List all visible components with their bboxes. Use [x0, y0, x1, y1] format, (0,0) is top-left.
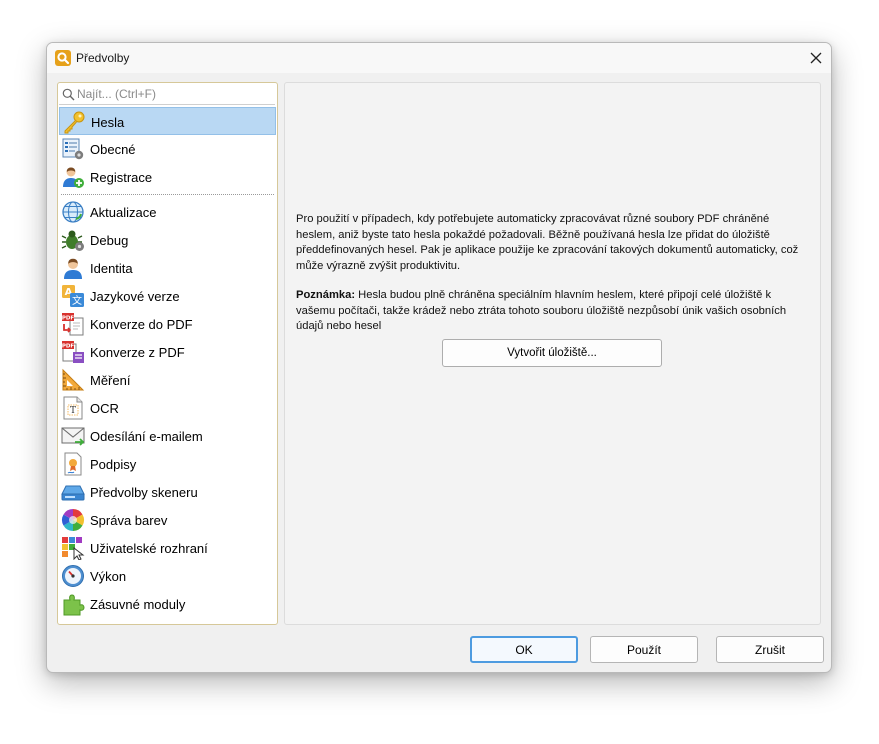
language-icon: A 文	[62, 285, 84, 307]
person-icon	[64, 258, 82, 279]
preferences-dialog: Předvolby Hesla	[46, 42, 832, 673]
ruler-icon	[62, 368, 85, 391]
user-add-icon	[63, 167, 84, 188]
create-storage-button[interactable]: Vytvořit úložiště...	[442, 339, 662, 367]
svg-text:文: 文	[72, 294, 82, 307]
user-interface-icon	[62, 537, 85, 560]
category-label: Předvolby skeneru	[90, 485, 198, 500]
settings-content-panel: Pro použití v případech, kdy potřebujete…	[284, 82, 821, 625]
category-item-predvolby-skeneru[interactable]: Předvolby skeneru	[59, 478, 276, 506]
category-item-identita[interactable]: Identita	[59, 254, 276, 282]
category-label: Debug	[90, 233, 129, 248]
category-label: Výkon	[90, 569, 127, 584]
category-label: OCR	[90, 401, 119, 416]
app-icon	[55, 50, 71, 66]
category-item-mereni[interactable]: Měření	[59, 366, 276, 394]
category-label: Registrace	[90, 170, 153, 185]
category-label: Správa barev	[90, 513, 168, 528]
key-icon	[64, 111, 85, 134]
ocr-icon: T	[63, 396, 83, 420]
passwords-note: Poznámka: Hesla budou plně chráněna spec…	[296, 288, 806, 335]
svg-text:PDF: PDF	[62, 344, 75, 350]
scanner-icon	[61, 485, 85, 501]
note-label: Poznámka:	[296, 289, 356, 301]
category-panel: Hesla Obecné	[57, 82, 278, 625]
category-item-debug[interactable]: Debug	[59, 226, 276, 254]
category-list: Hesla Obecné Registrace Aktualizace Debu…	[59, 107, 276, 618]
category-item-obecne[interactable]: Obecné	[59, 135, 276, 163]
title-bar: Předvolby	[47, 43, 831, 73]
category-label: Identita	[90, 261, 133, 276]
category-item-hesla[interactable]: Hesla	[59, 107, 276, 135]
category-label: Aktualizace	[90, 205, 157, 220]
color-wheel-icon	[62, 509, 84, 531]
category-label: Hesla	[91, 115, 125, 130]
close-button[interactable]	[801, 43, 831, 73]
performance-gauge-icon	[62, 565, 84, 587]
category-item-odesilani-e-mailem[interactable]: Odesílání e-mailem	[59, 422, 276, 450]
separator	[61, 194, 274, 195]
window-title: Předvolby	[76, 51, 130, 65]
category-item-konverze-z-pdf[interactable]: PDF Konverze z PDF	[59, 338, 276, 366]
category-item-podpisy[interactable]: Podpisy	[59, 450, 276, 478]
category-label: Podpisy	[90, 457, 137, 472]
category-label: Jazykové verze	[90, 289, 180, 304]
note-text: Hesla budou plně chráněna speciálním hla…	[296, 289, 787, 332]
category-label: Měření	[90, 373, 131, 388]
category-label: Konverze z PDF	[90, 345, 185, 360]
search-input[interactable]	[77, 85, 267, 103]
category-item-zasuvne-moduly[interactable]: Zásuvné moduly	[59, 590, 276, 618]
apply-button[interactable]: Použít	[590, 636, 698, 663]
svg-text:PDF: PDF	[62, 316, 75, 322]
category-label: Uživatelské rozhraní	[90, 541, 208, 556]
email-icon	[61, 427, 85, 446]
category-item-aktualizace[interactable]: Aktualizace	[59, 198, 276, 226]
category-label: Zásuvné moduly	[90, 597, 186, 612]
category-label: Obecné	[90, 142, 136, 157]
cancel-button[interactable]: Zrušit	[716, 636, 824, 663]
category-item-ocr[interactable]: T OCR	[59, 394, 276, 422]
convert-from-pdf-icon: PDF	[62, 341, 84, 363]
category-item-sprava-barev[interactable]: Správa barev	[59, 506, 276, 534]
category-label: Odesílání e-mailem	[90, 429, 203, 444]
category-label: Konverze do PDF	[90, 317, 193, 332]
category-item-jazykove-verze[interactable]: A 文 Jazykové verze	[59, 282, 276, 310]
convert-to-pdf-icon: PDF	[62, 313, 84, 336]
signature-icon	[64, 452, 82, 476]
general-settings-icon	[62, 138, 84, 160]
globe-update-icon	[62, 201, 84, 223]
category-item-registrace[interactable]: Registrace	[59, 163, 276, 191]
category-item-uzivatelske-rozhrani[interactable]: Uživatelské rozhraní	[59, 534, 276, 562]
plugin-icon	[63, 594, 85, 616]
close-icon	[810, 52, 822, 64]
ok-button[interactable]: OK	[470, 636, 578, 663]
svg-text:T: T	[70, 406, 76, 416]
bug-icon	[61, 230, 84, 251]
search-box	[59, 84, 275, 105]
search-icon	[62, 88, 75, 101]
category-item-konverze-do-pdf[interactable]: PDF Konverze do PDF	[59, 310, 276, 338]
category-item-vykon[interactable]: Výkon	[59, 562, 276, 590]
passwords-description: Pro použití v případech, kdy potřebujete…	[296, 213, 799, 272]
